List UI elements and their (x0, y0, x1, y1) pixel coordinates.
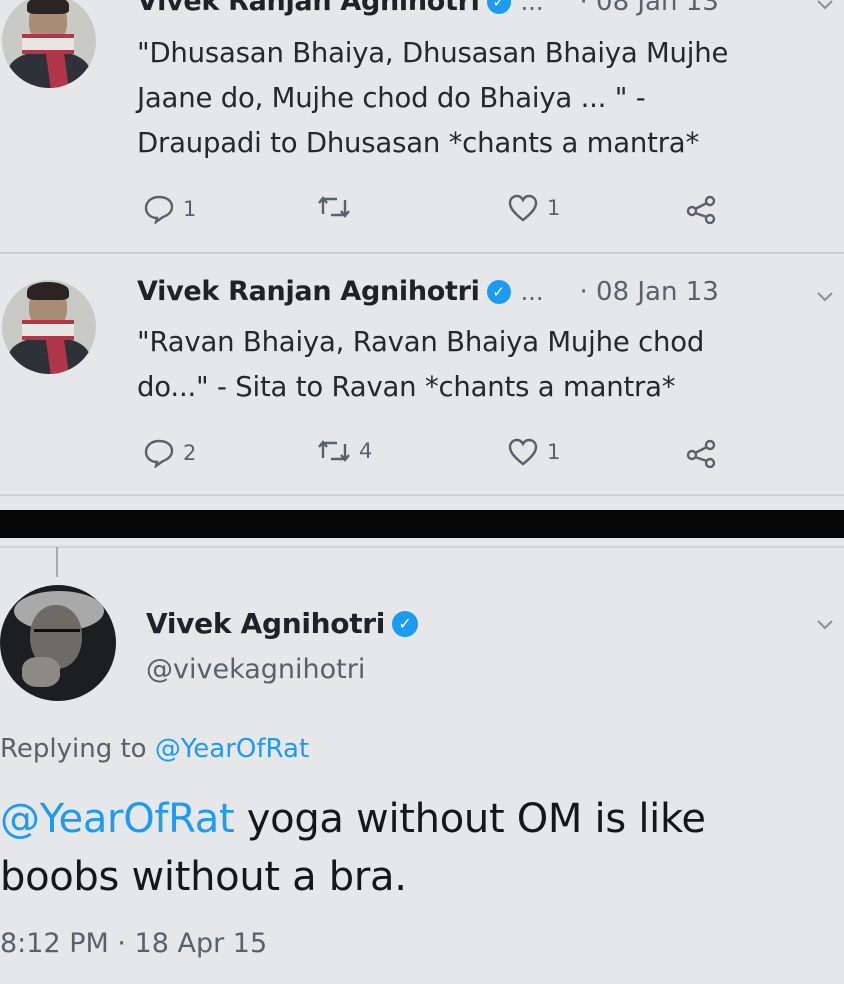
tweet-text: "Ravan Bhaiya, Ravan Bhaiya Mujhe chod d… (137, 320, 827, 410)
tweet-text-fragment: yoga without OM is like (234, 796, 706, 842)
tweet-text-line: Draupadi to Dhusasan *chants a mantra* (137, 127, 700, 159)
replying-to: Replying to @YearOfRat (0, 734, 309, 764)
display-name[interactable]: Vivek Ranjan Agnihotri (137, 276, 480, 307)
tweet-actions: 1 1 (143, 194, 743, 226)
tweet-text-line: Jaane do, Mujhe chod do Bhaiya ... " - (137, 82, 646, 114)
retweet-button[interactable]: 4 (317, 438, 372, 464)
verified-icon: ✓ (486, 279, 511, 304)
display-name[interactable]: Vivek Agnihotri (146, 607, 385, 640)
chevron-down-icon[interactable] (816, 284, 834, 309)
reply-count: 1 (183, 197, 197, 221)
share-icon (686, 439, 716, 468)
tweet-text-line: "Dhusasan Bhaiya, Dhusasan Bhaiya Mujhe (137, 37, 729, 69)
reply-icon (144, 195, 174, 224)
avatar[interactable] (0, 585, 116, 701)
more-ellipsis: ... (520, 0, 544, 16)
retweet-icon (318, 440, 350, 462)
tweet-header: Vivek Agnihotri ✓ (146, 607, 419, 640)
tweet-header: Vivek Ranjan Agnihotri ✓ ... · 08 Jan 13 (137, 0, 719, 17)
verified-icon: ✓ (486, 0, 511, 14)
tweet-text-line: "Ravan Bhaiya, Ravan Bhaiya Mujhe chod (137, 326, 705, 358)
divider (0, 546, 844, 548)
divider (0, 494, 844, 496)
tweet-date[interactable]: · 08 Jan 13 (580, 277, 719, 307)
chevron-down-icon[interactable] (816, 0, 834, 17)
like-icon (508, 438, 538, 466)
mention-link[interactable]: @YearOfRat (0, 796, 235, 842)
share-icon (686, 195, 716, 224)
user-handle[interactable]: @vivekagnihotri (146, 654, 365, 685)
screenshot-separator (0, 510, 844, 538)
like-count: 1 (547, 440, 561, 464)
like-button[interactable]: 1 (507, 438, 560, 466)
like-icon (508, 194, 538, 222)
tweet-text: "Dhusasan Bhaiya, Dhusasan Bhaiya Mujhe … (137, 31, 827, 166)
reply-button[interactable]: 1 (143, 194, 196, 224)
tweet-text-line: do..." - Sita to Ravan *chants a mantra* (137, 371, 676, 403)
verified-icon: ✓ (392, 610, 419, 637)
tweet-2[interactable]: Vivek Ranjan Agnihotri ✓ ... · 08 Jan 13… (0, 254, 844, 494)
reply-count: 2 (183, 441, 197, 465)
chevron-down-icon[interactable] (816, 612, 834, 637)
tweet-1[interactable]: Vivek Ranjan Agnihotri ✓ ... · 08 Jan 13… (0, 0, 844, 252)
reply-icon (144, 439, 174, 468)
tweet-text-line: boobs without a bra. (0, 854, 407, 900)
avatar[interactable] (2, 0, 96, 88)
tweet-header: Vivek Ranjan Agnihotri ✓ ... · 08 Jan 13 (137, 276, 719, 307)
tweet-actions: 2 4 1 (143, 438, 743, 470)
avatar[interactable] (2, 280, 96, 374)
like-count: 1 (547, 196, 561, 220)
more-ellipsis: ... (520, 277, 544, 306)
replying-to-mention[interactable]: @YearOfRat (155, 734, 309, 764)
tweet-text: @YearOfRat yoga without OM is like boobs… (0, 790, 840, 906)
tweet-timestamp[interactable]: 8:12 PM · 18 Apr 15 (0, 928, 267, 959)
retweet-count: 4 (359, 439, 373, 463)
retweet-button[interactable] (317, 194, 359, 220)
thread-line (56, 547, 58, 577)
like-button[interactable]: 1 (507, 194, 560, 222)
display-name[interactable]: Vivek Ranjan Agnihotri (137, 0, 480, 17)
tweet-text-line: @YearOfRat yoga without OM is like (0, 790, 840, 848)
tweet-date[interactable]: · 08 Jan 13 (580, 0, 719, 17)
reply-button[interactable]: 2 (143, 438, 196, 468)
retweet-icon (318, 196, 350, 218)
replying-to-label: Replying to (0, 734, 155, 764)
share-button[interactable] (685, 194, 717, 224)
share-button[interactable] (685, 438, 717, 468)
